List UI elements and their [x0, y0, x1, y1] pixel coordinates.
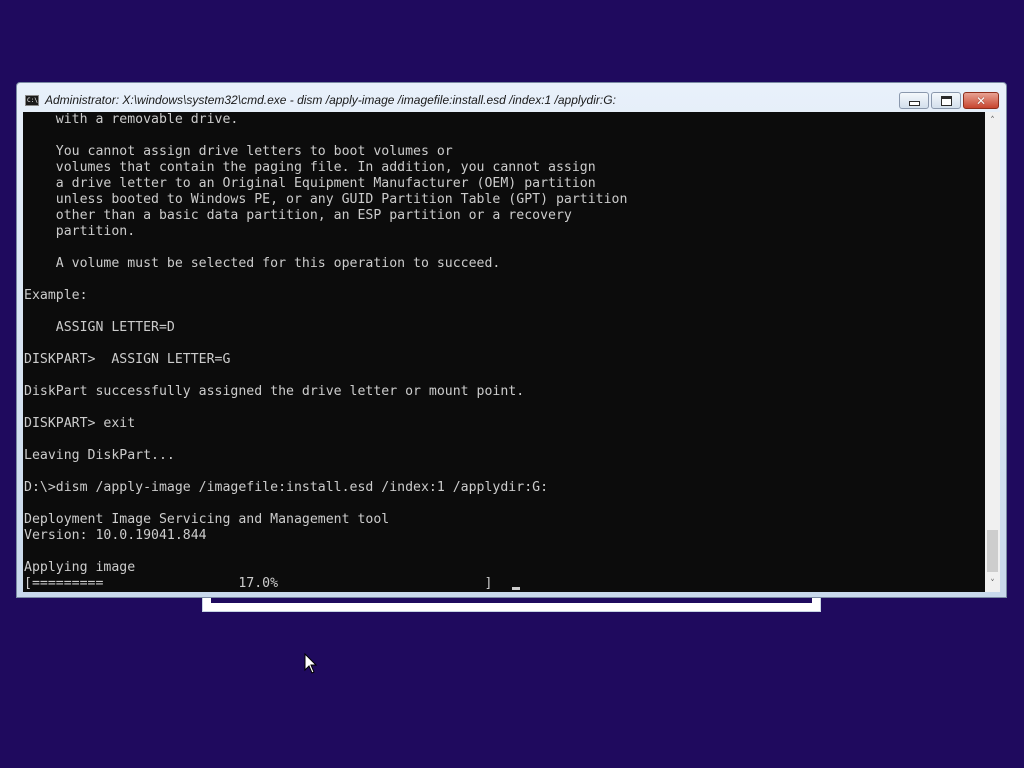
- minimize-button[interactable]: [899, 92, 929, 109]
- minimize-icon: [908, 100, 920, 106]
- console-line: D:\>dism /apply-image /imagefile:install…: [24, 480, 549, 495]
- mouse-pointer-icon: [304, 653, 318, 674]
- console-line: a drive letter to an Original Equipment …: [24, 176, 596, 191]
- command-prompt-window[interactable]: C:\. Administrator: X:\windows\system32\…: [16, 82, 1007, 598]
- console-line: partition.: [24, 224, 136, 239]
- maximize-button[interactable]: [931, 92, 961, 109]
- console-line: ASSIGN LETTER=D: [24, 320, 175, 335]
- console-line: Version: 10.0.19041.844: [24, 528, 207, 543]
- scroll-up-button[interactable]: ˄: [985, 112, 1000, 129]
- scroll-thumb[interactable]: [987, 530, 998, 572]
- maximize-icon: [940, 95, 952, 106]
- close-icon: ✕: [975, 93, 987, 108]
- vertical-scrollbar[interactable]: ˄ ˅: [985, 112, 1000, 592]
- console-line: You cannot assign drive letters to boot …: [24, 144, 453, 159]
- cmd-icon[interactable]: C:\.: [25, 95, 39, 106]
- window-title: Administrator: X:\windows\system32\cmd.e…: [45, 93, 616, 107]
- console-line: DISKPART> ASSIGN LETTER=G: [24, 352, 231, 367]
- title-bar[interactable]: C:\. Administrator: X:\windows\system32\…: [17, 83, 1006, 113]
- chevron-up-icon: ˄: [990, 115, 995, 126]
- console-line: Deployment Image Servicing and Managemen…: [24, 512, 390, 527]
- scroll-down-button[interactable]: ˅: [985, 575, 1000, 592]
- text-cursor: [512, 587, 520, 590]
- console-output-area[interactable]: with a removable drive. You cannot assig…: [23, 112, 985, 592]
- console-line: volumes that contain the paging file. In…: [24, 160, 596, 175]
- chevron-down-icon: ˅: [990, 578, 995, 589]
- console-line: DiskPart successfully assigned the drive…: [24, 384, 525, 399]
- console-line: A volume must be selected for this opera…: [24, 256, 501, 271]
- console-line: Applying image: [24, 560, 136, 575]
- console-line: [========= 17.0% ]: [24, 576, 493, 591]
- close-button[interactable]: ✕: [963, 92, 999, 109]
- console-line: other than a basic data partition, an ES…: [24, 208, 572, 223]
- console-line: DISKPART> exit: [24, 416, 136, 431]
- console-text: with a removable drive. You cannot assig…: [23, 112, 985, 592]
- console-line: with a removable drive.: [24, 112, 239, 127]
- console-line: Leaving DiskPart...: [24, 448, 175, 463]
- console-line: Example:: [24, 288, 88, 303]
- console-line: unless booted to Windows PE, or any GUID…: [24, 192, 628, 207]
